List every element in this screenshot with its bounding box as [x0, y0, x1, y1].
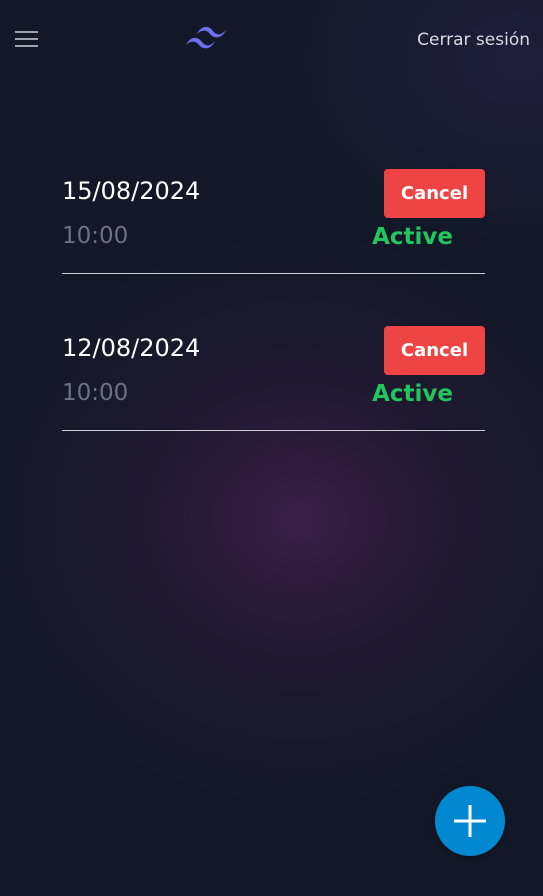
appointment-item: 15/08/2024 10:00 Cancel Active [62, 169, 485, 274]
add-appointment-button[interactable] [435, 786, 505, 856]
appointment-time: 10:00 [62, 380, 129, 406]
hamburger-menu-icon[interactable] [13, 27, 41, 51]
appointment-date: 12/08/2024 [62, 334, 201, 362]
plus-icon [454, 805, 486, 837]
appointment-list: 15/08/2024 10:00 Cancel Active 12/08/202… [62, 169, 485, 483]
status-badge: Active [372, 381, 453, 407]
appointment-time: 10:00 [62, 223, 129, 249]
appointment-item: 12/08/2024 10:00 Cancel Active [62, 326, 485, 431]
appointment-date: 15/08/2024 [62, 177, 201, 205]
cancel-button[interactable]: Cancel [384, 169, 485, 218]
app-header: Cerrar sesión [0, 0, 543, 80]
cancel-button[interactable]: Cancel [384, 326, 485, 375]
status-badge: Active [372, 224, 453, 250]
wave-logo-icon[interactable] [184, 24, 233, 54]
logout-link[interactable]: Cerrar sesión [417, 30, 530, 50]
